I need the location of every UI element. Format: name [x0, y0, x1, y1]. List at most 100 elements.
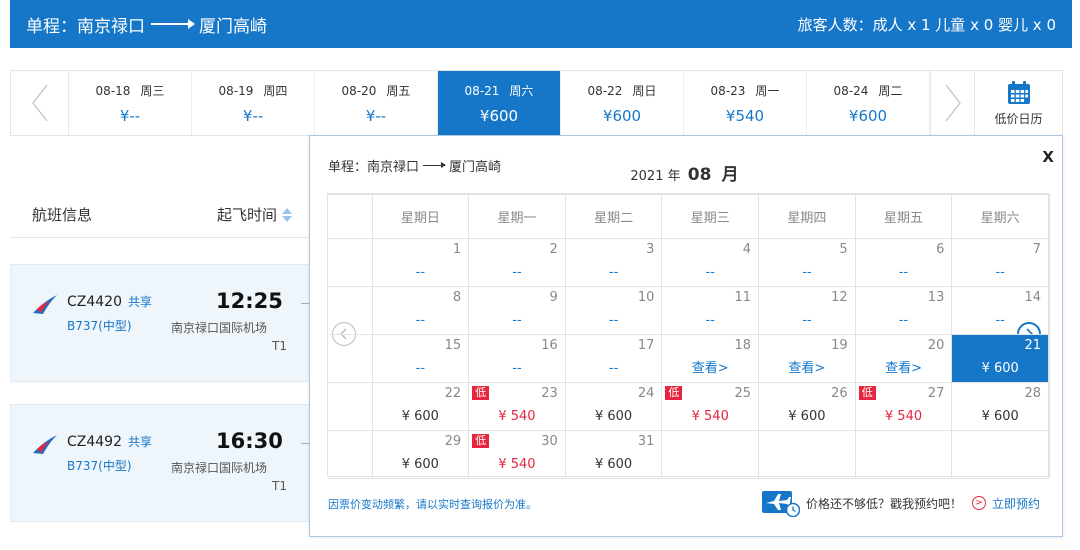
day-price: --: [802, 265, 812, 280]
weekday-header: 星期二: [564, 194, 663, 239]
day-price: ¥ 600: [594, 409, 633, 424]
month-title: 2021 年 08 月: [310, 160, 1062, 185]
year-suffix: 年: [667, 169, 681, 184]
calendar-day[interactable]: 16 --: [468, 334, 566, 383]
year-value: 2021: [630, 169, 664, 184]
departure-terminal: T1: [272, 479, 287, 493]
next-dates-button[interactable]: [930, 71, 975, 135]
date-label: 08-19 周四: [219, 82, 288, 99]
calendar-day[interactable]: 4 --: [661, 238, 760, 287]
calendar-day[interactable]: 10 --: [564, 286, 663, 335]
date-label: 08-21 周六: [465, 82, 534, 99]
low-price-calendar-button[interactable]: 低价日历: [975, 71, 1062, 135]
day-number: 30: [541, 434, 558, 449]
date-option[interactable]: 08-18 周三 ¥--: [69, 71, 192, 135]
calendar-day[interactable]: 5 --: [758, 238, 856, 287]
calendar-day[interactable]: 19 查看>: [758, 334, 856, 383]
sort-by-departure-button[interactable]: 起飞时间: [217, 204, 292, 225]
calendar-day[interactable]: 13 --: [854, 286, 953, 335]
day-price: --: [995, 313, 1005, 328]
calendar-day[interactable]: 26 ¥ 600: [758, 382, 856, 431]
date-price: ¥600: [602, 106, 642, 125]
calendar-day[interactable]: 9 --: [468, 286, 566, 335]
booking-promo: 价格还不够低？戳我预约吧！ > 立即预约: [761, 489, 1040, 517]
date-price: ¥--: [365, 106, 387, 125]
weekday-header: 星期日: [371, 194, 470, 239]
calendar-icon: [1007, 80, 1030, 104]
calendar-day[interactable]: 低 23 ¥ 540: [468, 382, 566, 431]
date-option[interactable]: 08-19 周四 ¥--: [192, 71, 315, 135]
calendar-grid: 星期日 星期一 星期二 星期三 星期四 星期五 星期六 1 -- 2 -- 3 -- 4 -- 5 -- 6 --…: [327, 193, 1050, 479]
calendar-day[interactable]: 21 ¥ 600: [951, 334, 1049, 383]
day-price: --: [705, 265, 715, 280]
weekday-header: 星期四: [758, 194, 856, 239]
day-price: --: [608, 313, 619, 328]
date-option[interactable]: 08-21 周六 ¥600: [438, 71, 561, 135]
calendar-day[interactable]: 6 --: [854, 238, 953, 287]
calendar-day[interactable]: 24 ¥ 600: [564, 382, 663, 431]
calendar-day[interactable]: 20 查看>: [854, 334, 953, 383]
prev-dates-button[interactable]: [11, 71, 69, 135]
day-price: --: [512, 361, 522, 376]
date-value: 08-23: [710, 83, 746, 98]
day-number: 11: [734, 290, 752, 305]
calendar-day[interactable]: 22 ¥ 600: [371, 382, 470, 431]
day-number: 9: [549, 290, 558, 305]
calendar-day[interactable]: 31 ¥ 600: [564, 430, 663, 479]
view-price-link[interactable]: 查看>: [759, 357, 855, 376]
calendar-day[interactable]: 29 ¥ 600: [371, 430, 470, 479]
month-value: 08: [687, 165, 712, 185]
day-number: 2: [549, 242, 558, 257]
calendar-day[interactable]: 低 30 ¥ 540: [468, 430, 566, 479]
calendar-day[interactable]: 15 --: [371, 334, 470, 383]
calendar-day[interactable]: 7 --: [951, 238, 1049, 287]
flight-card[interactable]: CZ4420 共享 B737(中型) 12:25 南京禄口国际机场 T1: [10, 264, 311, 382]
close-button[interactable]: X: [1042, 148, 1054, 166]
date-option[interactable]: 08-20 周五 ¥--: [315, 71, 438, 135]
calendar-day[interactable]: 2 --: [468, 238, 566, 287]
departure-airport: 南京禄口国际机场: [171, 461, 268, 475]
weekday-header: 星期一: [468, 194, 566, 239]
calendar-day[interactable]: 28 ¥ 600: [951, 382, 1049, 431]
date-value: 08-20: [341, 83, 377, 98]
calendar-day[interactable]: 8 --: [371, 286, 470, 335]
calendar-day[interactable]: 17 --: [564, 334, 663, 383]
calendar-day[interactable]: 11 --: [661, 286, 760, 335]
empty-day: [758, 430, 856, 479]
day-price: ¥ 600: [788, 409, 826, 424]
calendar-day[interactable]: 低 27 ¥ 540: [854, 382, 953, 431]
codeshare-badge: 共享: [128, 295, 153, 309]
price-disclaimer: 因票价变动频繁，请以实时查询报价为准。: [328, 498, 537, 511]
sort-icon: [282, 207, 292, 222]
airline-logo-icon: [33, 435, 57, 454]
day-number: 12: [831, 290, 848, 305]
date-option[interactable]: 08-24 周二 ¥600: [807, 71, 930, 135]
date-label: 08-20 周五: [342, 82, 411, 99]
calendar-day[interactable]: 低 25 ¥ 540: [661, 382, 760, 431]
day-price: ¥ 600: [401, 457, 439, 472]
date-label: 08-18 周三: [96, 82, 165, 99]
calendar-day[interactable]: 12 --: [758, 286, 856, 335]
day-price: --: [415, 313, 426, 328]
weekday-value: 周四: [263, 83, 288, 98]
view-price-link[interactable]: 查看>: [662, 357, 758, 376]
day-price: --: [512, 265, 522, 280]
calendar-day[interactable]: 3 --: [564, 238, 663, 287]
calendar-day[interactable]: 1 --: [371, 238, 470, 287]
weekday-header: 星期六: [951, 194, 1049, 239]
day-number: 29: [444, 434, 462, 449]
day-number: 22: [444, 386, 462, 401]
date-option[interactable]: 08-22 周日 ¥600: [561, 71, 684, 135]
empty-day: [661, 430, 760, 479]
calendar-day[interactable]: 14 --: [951, 286, 1049, 335]
book-now-link[interactable]: > 立即预约: [971, 495, 1040, 512]
day-number: 4: [742, 242, 752, 257]
date-option[interactable]: 08-23 周一 ¥540: [684, 71, 807, 135]
flight-card[interactable]: CZ4492 共享 B737(中型) 16:30 南京禄口国际机场 T1: [10, 404, 311, 522]
date-price: ¥--: [119, 106, 141, 125]
month-suffix: 月: [721, 165, 739, 185]
chevron-right-icon: [945, 84, 961, 122]
calendar-day[interactable]: 18 查看>: [661, 334, 760, 383]
grid-gutter: [328, 334, 373, 383]
view-price-link[interactable]: 查看>: [856, 357, 952, 376]
